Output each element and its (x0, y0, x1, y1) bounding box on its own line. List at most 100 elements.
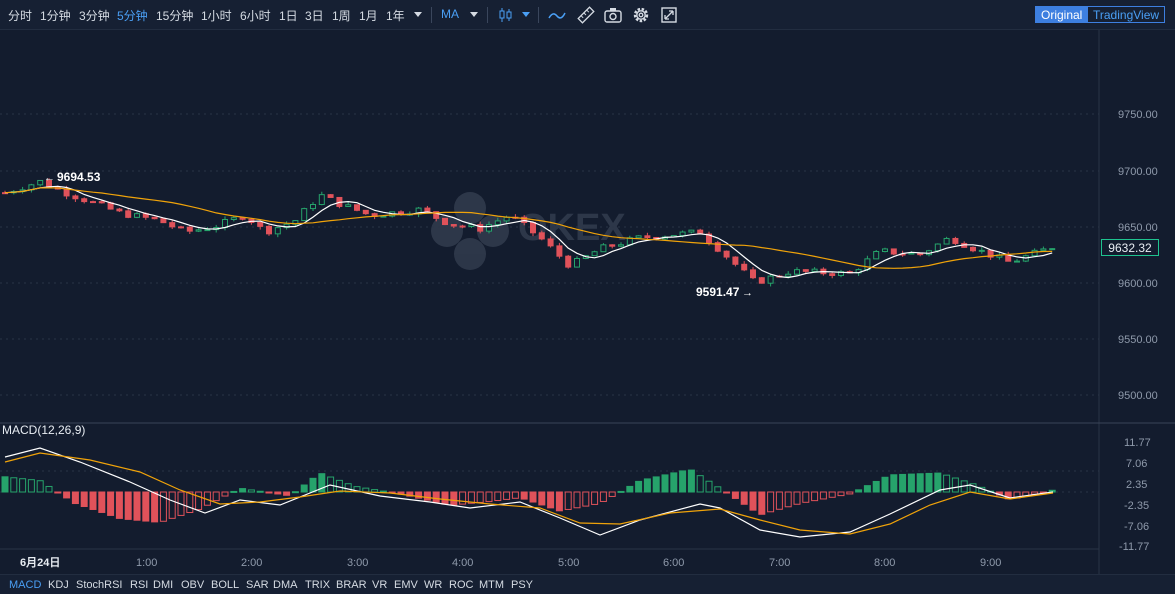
macd-histogram-bar (591, 491, 599, 505)
candle-body (204, 229, 211, 232)
macd-histogram-bar (36, 480, 44, 493)
timeframe-5min[interactable]: 5分钟 (117, 7, 148, 24)
macd-histogram-bar (371, 489, 379, 493)
indicator-kdj[interactable]: KDJ (48, 579, 69, 591)
macd-histogram-bar (63, 491, 71, 499)
indicator-vr[interactable]: VR (372, 579, 387, 591)
fullscreen-icon[interactable] (659, 5, 679, 25)
indicator-emv[interactable]: EMV (394, 579, 418, 591)
more-timeframes-chevron-down-icon[interactable] (414, 12, 422, 17)
candle-body (310, 203, 316, 210)
macd-tick: 2.35 (1126, 479, 1147, 491)
divider (487, 7, 488, 23)
gear-icon[interactable] (631, 5, 651, 25)
macd-histogram-bar (485, 491, 493, 503)
timeframe-1h[interactable]: 1小时 (201, 7, 232, 24)
macd-histogram-bar (1, 476, 9, 493)
candle-body (952, 237, 959, 244)
price-tick: 9600.00 (1118, 278, 1158, 290)
macd-histogram-bar (784, 491, 792, 508)
macd-tick: -7.06 (1124, 521, 1149, 533)
macd-histogram-bar (679, 470, 687, 493)
indicator-wr[interactable]: WR (424, 579, 442, 591)
macd-histogram-bar (168, 491, 176, 519)
macd-histogram-bar (511, 491, 519, 499)
indicator-rsi[interactable]: RSI (130, 579, 148, 591)
indicator-trix[interactable]: TRIX (305, 579, 330, 591)
candle-body (591, 251, 598, 257)
candle-body (1014, 260, 1020, 263)
macd-histogram-bar (890, 474, 898, 493)
candle-body (635, 235, 642, 239)
price-tick: 9700.00 (1118, 166, 1158, 178)
time-tick: 8:00 (874, 557, 895, 569)
chart-type-chevron-down-icon[interactable] (522, 12, 530, 17)
macd-histogram-bar (265, 491, 273, 494)
indicator-macd[interactable]: MACD (9, 579, 41, 591)
current-price-tag: 9632.32 (1101, 239, 1159, 256)
indicator-dmi[interactable]: DMI (153, 579, 173, 591)
indicator-bar: MACD KDJ StochRSI RSI DMI OBV BOLL SAR D… (0, 574, 1175, 594)
camera-icon[interactable] (603, 5, 623, 25)
macd-histogram-bar (696, 475, 704, 493)
indicator-boll[interactable]: BOLL (211, 579, 239, 591)
macd-histogram-bar (802, 491, 810, 503)
macd-histogram-bar (80, 491, 88, 508)
timeframe-1w[interactable]: 1周 (332, 7, 351, 24)
timeframe-1d[interactable]: 1日 (279, 7, 298, 24)
macd-histogram-bar (291, 491, 299, 494)
candlestick-type-icon[interactable] (496, 5, 516, 25)
candle-body (266, 225, 272, 235)
price-tick: 9650.00 (1118, 222, 1158, 234)
timeframe-time-share[interactable]: 分时 (8, 7, 32, 24)
macd-histogram-bar (71, 491, 79, 505)
indicator-roc[interactable]: ROC (449, 579, 473, 591)
timeframe-1min[interactable]: 1分钟 (40, 7, 71, 24)
candle-body (160, 218, 167, 224)
macd-histogram-bar (19, 478, 27, 493)
indicator-psy[interactable]: PSY (511, 579, 533, 591)
high-price-label: 9694.53 (57, 170, 101, 184)
macd-histogram-bar (133, 491, 141, 521)
timeframe-3min[interactable]: 3分钟 (79, 7, 110, 24)
macd-histogram-bar (212, 491, 220, 502)
candle-body (178, 226, 184, 229)
timeframe-15min[interactable]: 15分钟 (156, 7, 193, 24)
indicator-dma[interactable]: DMA (273, 579, 297, 591)
macd-histogram-bar (54, 491, 62, 494)
time-tick: 6:00 (663, 557, 684, 569)
timeframe-1y[interactable]: 1年 (386, 7, 405, 24)
mode-original-button[interactable]: Original (1035, 6, 1089, 23)
indicator-obv[interactable]: OBV (181, 579, 204, 591)
macd-tick: 11.77 (1124, 437, 1151, 449)
indicator-selector[interactable]: MA (441, 7, 459, 21)
candle-body (644, 235, 651, 239)
macd-histogram-bar (899, 473, 907, 493)
indicator-stochrsi[interactable]: StochRSI (76, 579, 122, 591)
candle-body (125, 210, 132, 218)
macd-histogram-bar (98, 491, 106, 513)
timeframe-6h[interactable]: 6小时 (240, 7, 271, 24)
price-chart[interactable]: OKEX 9750.00 9700.00 9650.00 9600.00 955… (0, 30, 1175, 574)
mode-tradingview-button[interactable]: TradingView (1087, 6, 1166, 23)
macd-histogram-bar (503, 491, 511, 500)
candle-body (442, 217, 448, 226)
time-tick: 5:00 (558, 557, 579, 569)
time-tick: 7:00 (769, 557, 790, 569)
macd-histogram-bar (872, 480, 880, 493)
macd-histogram-bar (520, 491, 528, 500)
ruler-icon[interactable] (576, 5, 596, 25)
indicator-sar[interactable]: SAR (246, 579, 269, 591)
macd-histogram-bar (221, 491, 229, 497)
line-draw-icon[interactable] (547, 5, 567, 25)
macd-histogram-bar (819, 491, 827, 500)
timeframe-1mo[interactable]: 1月 (359, 7, 378, 24)
timeframe-3d[interactable]: 3日 (305, 7, 324, 24)
macd-histogram-bar (608, 491, 616, 497)
indicator-chevron-down-icon[interactable] (470, 12, 478, 17)
indicator-brar[interactable]: BRAR (336, 579, 367, 591)
macd-tick: -11.77 (1119, 541, 1149, 553)
okex-logo-watermark: OKEX (431, 192, 626, 270)
indicator-mtm[interactable]: MTM (479, 579, 504, 591)
macd-histogram-bar (27, 479, 35, 493)
